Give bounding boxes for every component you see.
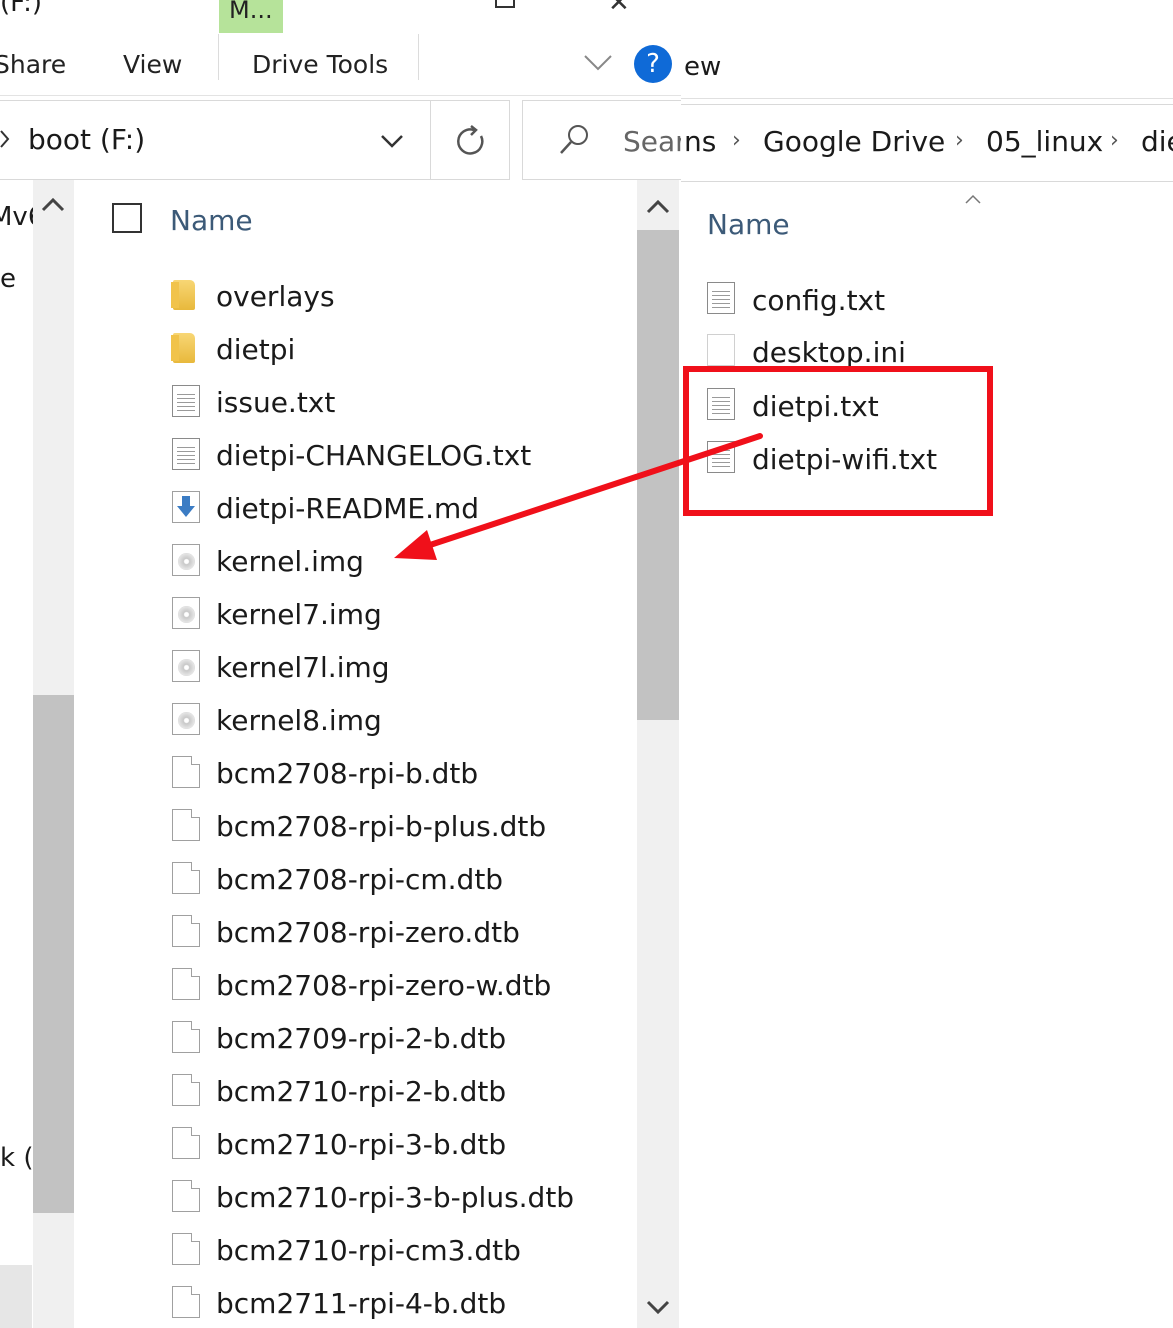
- annotation-arrow: [394, 433, 763, 560]
